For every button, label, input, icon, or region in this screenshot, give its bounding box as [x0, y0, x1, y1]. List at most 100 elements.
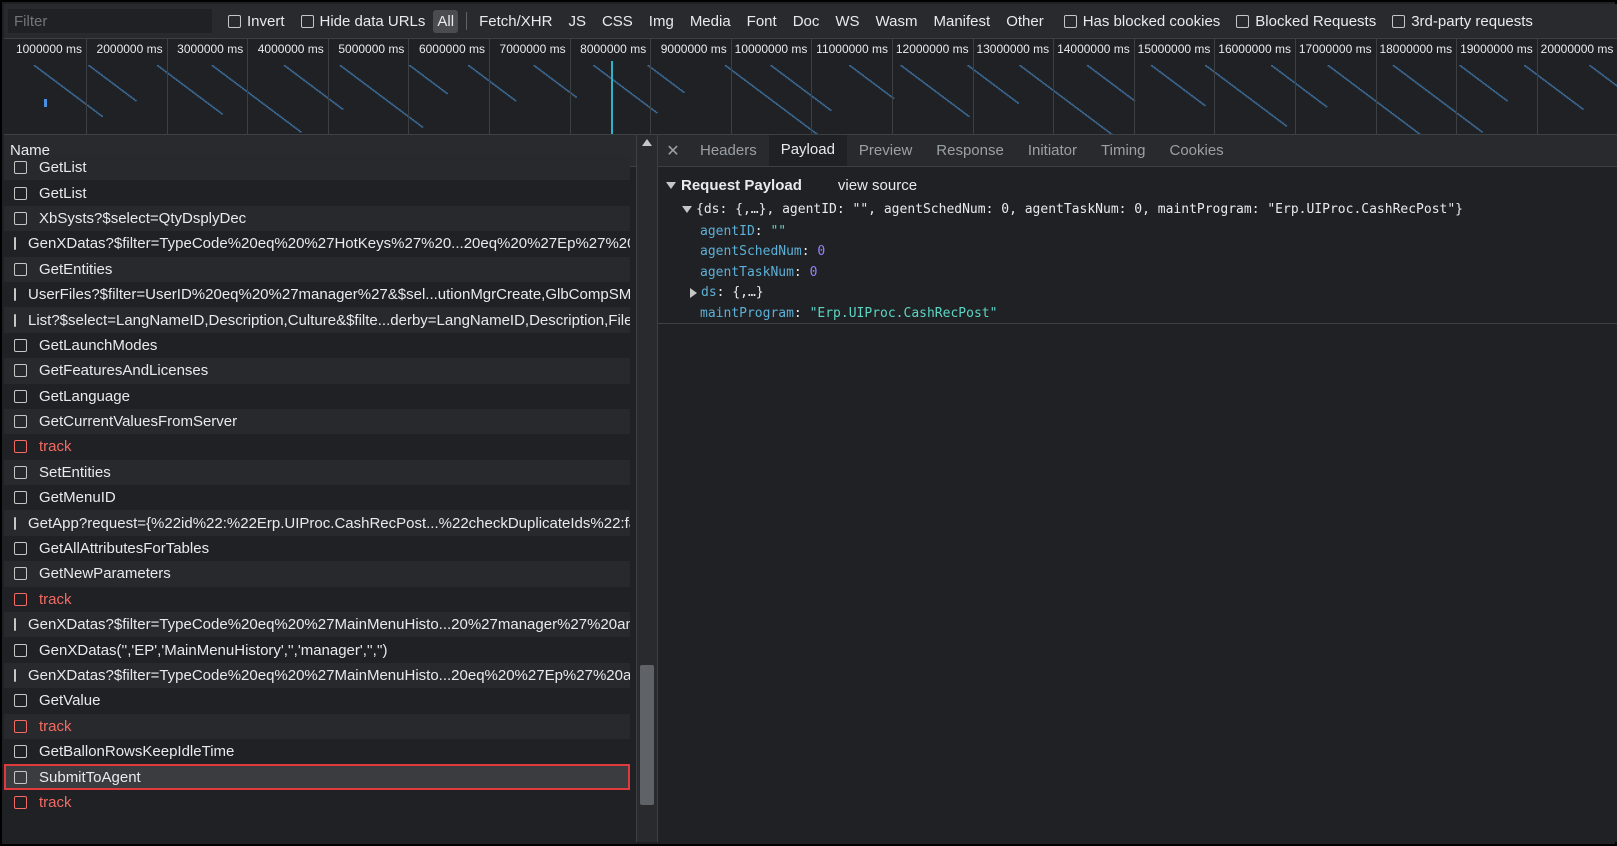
request-row[interactable]: GetAllAttributesForTables [4, 535, 630, 562]
timeline-tick-label: 16000000 ms [1218, 42, 1291, 56]
timeline-gridline [650, 39, 652, 134]
request-row[interactable]: GenXDatas?$filter=TypeCode%20eq%20%27Mai… [4, 612, 630, 638]
request-row[interactable]: track [4, 586, 630, 613]
type-filter-media[interactable]: Media [686, 10, 735, 33]
request-row[interactable]: SetEntities [4, 459, 630, 486]
blocked-requests-checkbox[interactable]: Blocked Requests [1236, 13, 1376, 30]
timeline-tick-label: 1000000 ms [15, 42, 82, 56]
invert-checkbox[interactable]: Invert [228, 13, 285, 30]
checkbox-icon[interactable] [300, 14, 314, 28]
request-row[interactable]: GetApp?request={%22id%22:%22Erp.UIProc.C… [4, 510, 630, 536]
list-scrollbar[interactable] [636, 135, 657, 842]
request-row[interactable]: GetBallonRowsKeepIdleTime [4, 738, 630, 765]
type-filter-other[interactable]: Other [1002, 10, 1048, 33]
request-icon [14, 465, 27, 479]
tab-response[interactable]: Response [924, 135, 1016, 166]
checkbox-icon[interactable] [1236, 14, 1250, 28]
request-icon [14, 389, 27, 403]
request-name: GetMenuID [39, 489, 116, 507]
type-filter-css[interactable]: CSS [598, 10, 637, 33]
timeline-tick-label: 15000000 ms [1137, 42, 1211, 56]
request-detail-panel: ✕ Headers Payload Preview Response Initiator… [658, 135, 1617, 842]
payload-summary[interactable]: {ds: {,…}, agentID: "", agentSchedNum: 0… [682, 202, 1617, 217]
request-row[interactable]: GenXDatas?$filter=TypeCode%20eq%20%27Hot… [4, 231, 630, 257]
type-filter-manifest[interactable]: Manifest [930, 10, 995, 33]
request-name: GetApp?request={%22id%22:%22Erp.UIProc.C… [28, 514, 630, 532]
tab-cookies[interactable]: Cookies [1157, 135, 1235, 166]
request-row[interactable]: SubmitToAgent [4, 764, 630, 790]
close-icon[interactable]: ✕ [658, 135, 688, 166]
request-row[interactable]: GetNewParameters [4, 561, 630, 587]
request-name: GetValue [39, 692, 101, 710]
timeline-gridline [489, 39, 490, 134]
expand-triangle-icon[interactable] [690, 287, 697, 298]
scroll-up-icon[interactable] [642, 139, 652, 146]
request-icon [14, 364, 27, 378]
tab-headers[interactable]: Headers [688, 135, 769, 166]
payload-prop-agentschednum: agentSchedNum: 0 [700, 244, 826, 260]
tab-timing[interactable]: Timing [1089, 135, 1157, 166]
request-row[interactable]: track [4, 789, 630, 816]
request-payload-section[interactable]: Request Payload view source [666, 177, 1617, 194]
type-filter-js[interactable]: JS [564, 10, 590, 33]
request-row[interactable]: GetFeaturesAndLicenses [4, 358, 630, 384]
checkbox-icon[interactable] [1063, 14, 1077, 28]
expand-triangle-icon[interactable] [666, 182, 676, 189]
request-row[interactable]: GetLanguage [4, 383, 630, 409]
timeline-gridline [569, 39, 571, 134]
request-name: GetCurrentValuesFromServer [39, 413, 238, 431]
request-name: List?$select=LangNameID,Description,Cult… [28, 311, 630, 329]
collapse-triangle-icon[interactable] [682, 206, 692, 213]
request-row[interactable]: GetValue [4, 688, 630, 714]
prop-value: "Erp.UIProc.CashRecPost" [809, 305, 998, 321]
timeline-gridline [166, 39, 168, 134]
checkbox-icon[interactable] [228, 14, 241, 28]
payload-prop-ds[interactable]: ds: {,…} [690, 283, 1617, 304]
view-source-link[interactable]: view source [838, 177, 917, 194]
request-row[interactable]: List?$select=LangNameID,Description,Cult… [4, 307, 630, 333]
scroll-thumb[interactable] [640, 665, 654, 805]
filter-input[interactable] [8, 9, 212, 33]
request-row[interactable]: GetMenuID [4, 485, 630, 511]
request-name: XbSysts?$select=QtyDsplyDec [39, 209, 247, 227]
request-row[interactable]: GenXDatas?$filter=TypeCode%20eq%20%27Mai… [4, 662, 630, 689]
request-row[interactable]: track [4, 434, 630, 460]
hide-data-urls-checkbox[interactable]: Hide data URLs [300, 13, 425, 30]
request-row[interactable]: UserFiles?$filter=UserID%20eq%20%27manag… [4, 281, 630, 308]
type-filter-fetch-xhr[interactable]: Fetch/XHR [475, 10, 556, 33]
request-row[interactable]: GetList [4, 180, 630, 206]
type-filter-doc[interactable]: Doc [789, 10, 824, 33]
timeline-tick-label: 19000000 ms [1460, 42, 1533, 56]
type-filter-font[interactable]: Font [743, 10, 781, 33]
invert-label: Invert [247, 12, 285, 30]
request-row[interactable]: GetList [4, 155, 630, 181]
request-row[interactable]: XbSysts?$select=QtyDsplyDec [4, 205, 630, 232]
request-name: SubmitToAgent [39, 768, 141, 786]
timeline-gridline [1375, 39, 1377, 134]
timeline-gridline [1133, 39, 1135, 134]
tab-initiator[interactable]: Initiator [1016, 135, 1089, 166]
checkbox-icon[interactable] [1392, 14, 1406, 28]
tab-preview[interactable]: Preview [847, 135, 924, 166]
timeline-gridline [811, 39, 813, 134]
request-row[interactable]: GenXDatas('','EP','MainMenuHistory','','… [4, 637, 630, 663]
type-filter-wasm[interactable]: Wasm [872, 10, 922, 33]
tab-payload[interactable]: Payload [768, 135, 847, 166]
request-icon [14, 542, 27, 556]
type-filter-ws[interactable]: WS [831, 10, 863, 33]
type-filter-img[interactable]: Img [645, 10, 678, 33]
third-party-requests-checkbox[interactable]: 3rd-party requests [1392, 13, 1533, 30]
filter-toolbar: Invert Hide data URLs All Fetch/XHR JS C… [4, 4, 1617, 39]
type-filter-all[interactable]: All [433, 9, 459, 33]
request-row[interactable]: GetEntities [4, 256, 630, 282]
request-row[interactable]: GetCurrentValuesFromServer [4, 408, 630, 435]
request-row[interactable]: track [4, 713, 630, 739]
request-icon [14, 262, 27, 276]
request-icon [14, 694, 27, 708]
timeline-gridline [1536, 39, 1538, 134]
timeline-overview[interactable]: 1000000 ms 2000000 ms 3000000 ms 4000000 ms… [4, 39, 1617, 135]
timeline-tick-label: 9000000 ms [660, 42, 727, 56]
request-row[interactable]: GetLaunchModes [4, 332, 630, 359]
timeline-tick-label: 3000000 ms [177, 42, 244, 56]
has-blocked-cookies-checkbox[interactable]: Has blocked cookies [1063, 13, 1220, 30]
